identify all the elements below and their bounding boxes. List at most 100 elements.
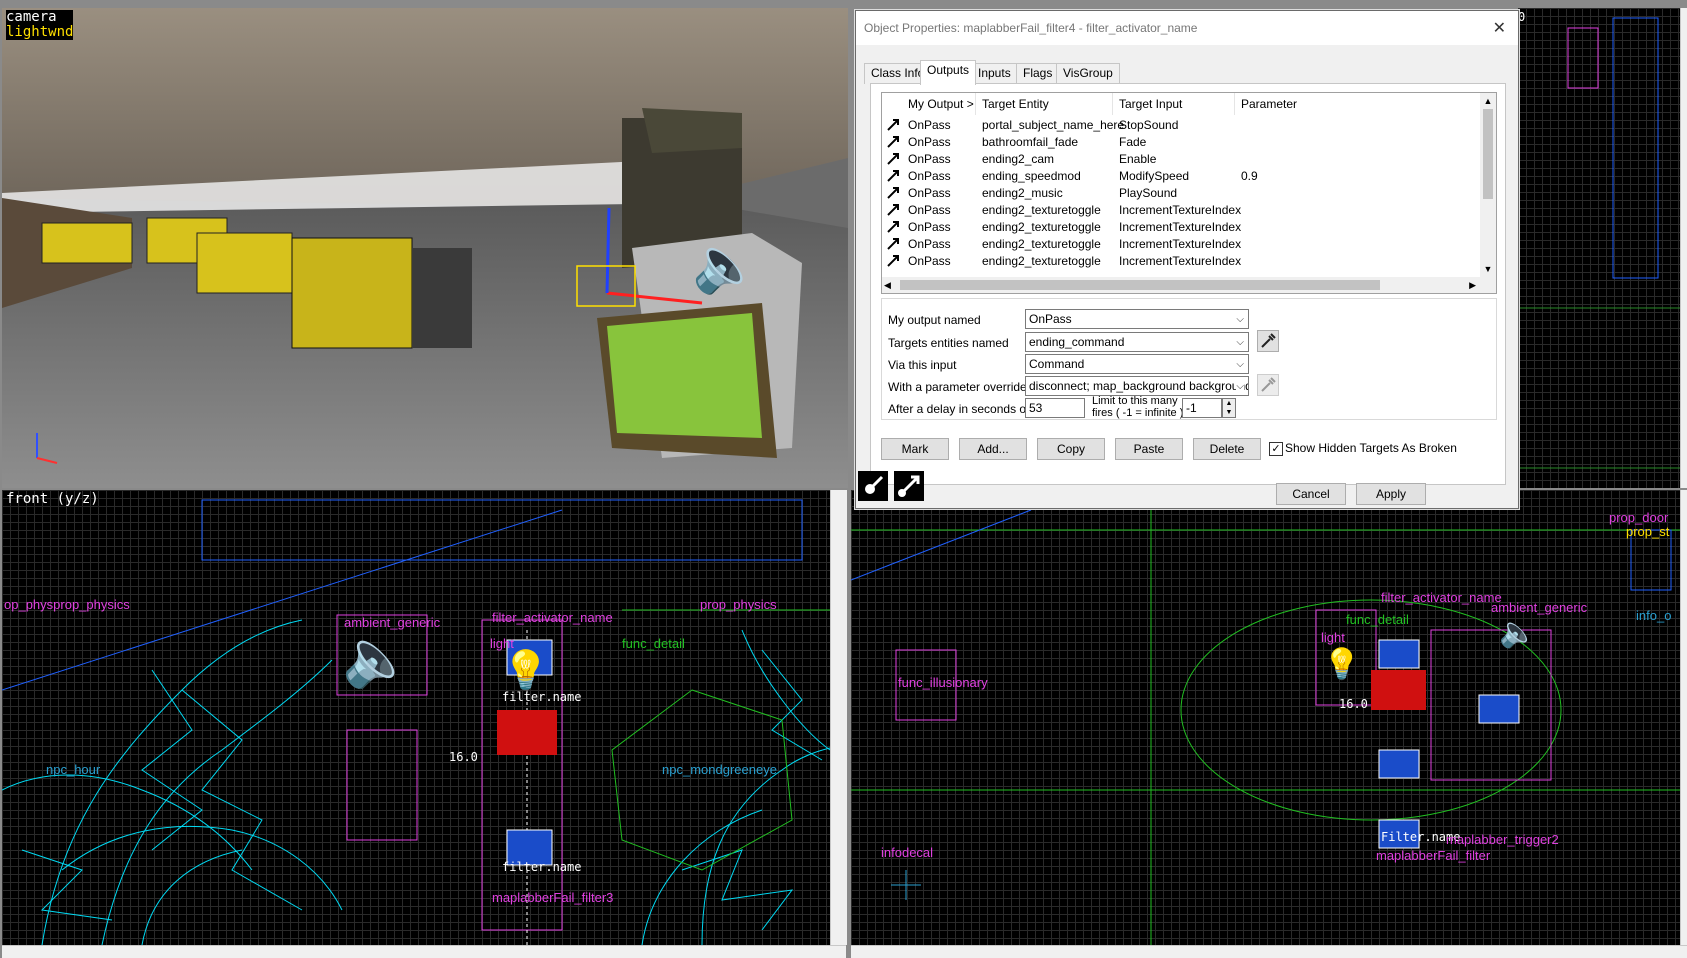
copy-button[interactable]: Copy [1037,438,1105,460]
row-param: 0.9 [1241,169,1258,183]
delete-button[interactable]: Delete [1193,438,1261,460]
side-viewport[interactable]: 💡 🔈 filter_activator_name ambient_generi… [851,490,1680,945]
limit-input[interactable]: -1 [1182,398,1222,418]
close-icon[interactable]: ✕ [1493,18,1506,38]
limit-value: -1 [1186,401,1197,415]
label-ambient-generic: ambient_generic [344,615,441,630]
list-item[interactable]: OnPass ending2_cam Enable [882,151,1482,168]
row-input: ModifySpeed [1119,169,1190,183]
label-func-detail: func_detail [1346,612,1409,627]
column-target-entity[interactable]: Target Entity [976,93,1113,115]
tab-visgroup[interactable]: VisGroup [1056,63,1120,84]
output-connection-icon [887,204,899,216]
outputs-list[interactable]: My Output > Target Entity Target Input P… [881,92,1497,294]
size-value: 16.0 [1339,697,1368,711]
speaker-icon: 🔈 [342,626,412,689]
front-viewport[interactable]: 🔈 💡 front (y/z) op_physprop_physics prop… [2,490,830,945]
object-properties-dialog[interactable]: Object Properties: maplabberFail_filter4… [855,10,1519,509]
chevron-down-icon: ⌵ [1236,377,1244,395]
scroll-left-icon[interactable]: ◀ [884,277,891,293]
param-combo[interactable]: disconnect; map_background background ⌵ [1025,376,1249,396]
output-connection-icon [887,221,899,233]
label-filter-activator-name: filter_activator_name [492,610,613,625]
side-wireframe [851,490,1680,945]
list-item[interactable]: OnPass ending2_texturetoggle IncrementTe… [882,253,1482,270]
label-func-illusionary: func_illusionary [898,675,988,690]
list-item[interactable]: OnPass ending_speedmod ModifySpeed 0.9 [882,168,1482,185]
side-vertical-scrollbar[interactable] [1680,490,1687,945]
tab-flags[interactable]: Flags [1016,63,1060,84]
row-input: Enable [1119,152,1157,166]
front-horizontal-scrollbar[interactable] [2,945,846,958]
row-output: OnPass [908,118,951,132]
label-prop-physics-left: op_physprop_physics [4,597,130,612]
output-named-combo[interactable]: OnPass ⌵ [1025,309,1249,329]
output-named-label: My output named [888,313,981,327]
front-vertical-scrollbar[interactable] [830,490,847,945]
label-filter-activator-name: filter_activator_name [1381,590,1502,605]
eyedropper-icon[interactable] [1257,330,1279,352]
add-button[interactable]: Add... [959,438,1027,460]
label-light: light [490,636,514,651]
camera-view-label[interactable]: camera lightwnd [6,10,74,40]
targets-combo[interactable]: ending_command ⌵ [1025,332,1249,352]
list-vertical-scrollbar[interactable]: ▲ ▼ [1480,93,1496,277]
side-horizontal-scrollbar[interactable] [851,945,1687,958]
delay-label: After a delay in seconds of [888,402,1030,416]
column-target-input[interactable]: Target Input [1113,93,1235,115]
label-filter-name-b: filter.name [502,860,582,874]
cancel-button[interactable]: Cancel [1276,483,1346,505]
row-output: OnPass [908,220,951,234]
scroll-right-icon[interactable]: ▶ [1469,277,1476,293]
front-view-label[interactable]: front (y/z) [6,492,99,507]
front-wireframe [2,499,830,945]
scroll-up-icon[interactable]: ▲ [1480,93,1496,109]
delay-input[interactable]: 53 [1025,398,1085,418]
row-output: OnPass [908,237,951,251]
list-item[interactable]: OnPass portal_subject_name_here StopSoun… [882,117,1482,134]
spin-down-icon[interactable]: ▼ [1223,408,1235,417]
label-maplabber-trigger: maplabber_trigger2 [1446,832,1559,847]
speaker-icon: 🔈 [1499,616,1537,649]
paste-button[interactable]: Paste [1115,438,1183,460]
mark-button[interactable]: Mark [881,438,949,460]
output-source-icon [858,471,888,501]
via-input-combo[interactable]: Command ⌵ [1025,354,1249,374]
top-right-viewport[interactable]: 0 [1518,8,1680,488]
output-connection-icon [887,136,899,148]
apply-button[interactable]: Apply [1356,483,1426,505]
scroll-thumb[interactable] [900,280,1380,290]
scroll-thumb[interactable] [1483,109,1493,199]
output-connection-icon [887,170,899,182]
top-right-vertical-scrollbar[interactable] [1680,8,1687,488]
chevron-down-icon: ⌵ [1236,359,1244,370]
list-horizontal-scrollbar[interactable]: ◀ ▶ [882,277,1496,293]
limit-spinner[interactable]: ▲ ▼ [1222,398,1236,418]
dialog-titlebar[interactable]: Object Properties: maplabberFail_filter4… [856,11,1518,45]
list-item[interactable]: OnPass ending2_texturetoggle IncrementTe… [882,236,1482,253]
label-prop-st: prop_st [1626,524,1670,539]
tab-outputs[interactable]: Outputs [920,60,977,85]
eyedropper-icon[interactable] [1257,374,1279,396]
param-value: disconnect; map_background background [1029,379,1249,393]
chevron-down-icon: ⌵ [1236,314,1244,325]
top-right-wireframe [1518,17,1680,469]
targets-label: Targets entities named [888,336,1009,350]
column-my-output[interactable]: My Output > [902,93,976,115]
row-output: OnPass [908,254,951,268]
tab-inputs[interactable]: Inputs [971,63,1018,84]
label-infodecal: infodecal [881,845,934,860]
show-hidden-checkbox[interactable]: ✓ [1269,442,1283,456]
list-item[interactable]: OnPass ending2_texturetoggle IncrementTe… [882,219,1482,236]
list-item[interactable]: OnPass ending2_texturetoggle IncrementTe… [882,202,1482,219]
list-item[interactable]: OnPass ending2_music PlaySound [882,185,1482,202]
row-target: ending2_texturetoggle [982,237,1101,251]
camera-viewport[interactable]: 🔈 camera lightwnd [2,8,848,488]
spin-up-icon[interactable]: ▲ [1223,399,1235,408]
scroll-down-icon[interactable]: ▼ [1480,261,1496,277]
list-item[interactable]: OnPass bathroomfail_fade Fade [882,134,1482,151]
row-target: ending2_texturetoggle [982,254,1101,268]
label-func-detail: func_detail [622,636,685,651]
corner-value: 0 [1518,10,1526,24]
column-parameter[interactable]: Parameter [1235,93,1481,115]
